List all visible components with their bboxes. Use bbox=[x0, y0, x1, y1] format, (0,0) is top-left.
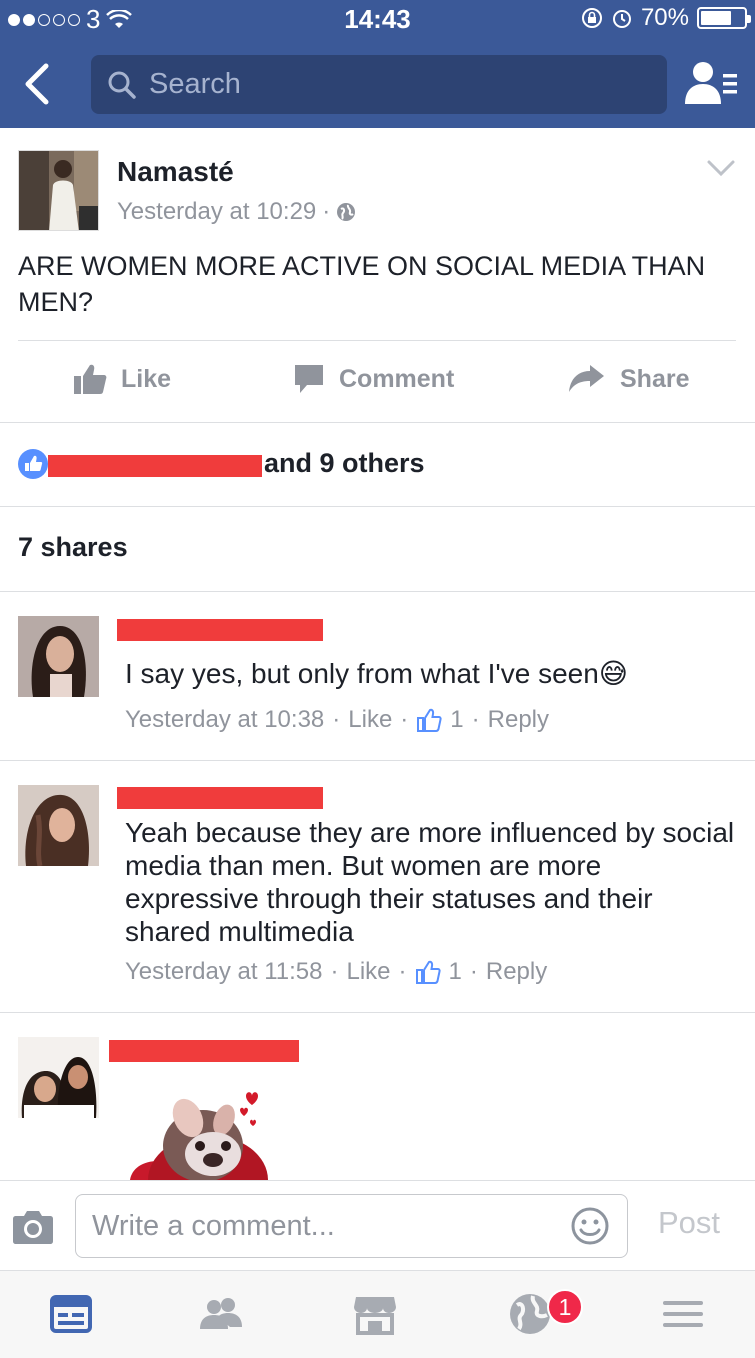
share-button[interactable]: Share bbox=[568, 354, 689, 404]
camera-icon[interactable] bbox=[12, 1207, 54, 1245]
divider bbox=[18, 340, 736, 341]
chevron-down-icon[interactable] bbox=[706, 158, 736, 178]
like-reaction-icon bbox=[18, 449, 48, 479]
reactions-summary[interactable]: and 9 others bbox=[0, 422, 755, 506]
globe-icon bbox=[337, 203, 356, 221]
commenter-avatar[interactable] bbox=[18, 785, 99, 866]
shares-count[interactable]: 7 shares bbox=[18, 532, 128, 563]
comment-bubble-icon bbox=[295, 365, 323, 393]
comment-meta: Yesterday at 11:58 · Like · 1 · Reply bbox=[125, 958, 548, 986]
redacted-commenter-name bbox=[109, 1040, 299, 1062]
comment-text: Yeah because they are more influenced by… bbox=[125, 817, 735, 947]
like-label: Like bbox=[121, 364, 172, 393]
nav-bar bbox=[0, 40, 755, 128]
back-arrow-icon[interactable] bbox=[14, 58, 62, 110]
meta-separator: · bbox=[322, 198, 331, 225]
search-bar[interactable] bbox=[91, 55, 667, 114]
commenter-avatar[interactable] bbox=[18, 1037, 99, 1118]
likes-summary-text: and 9 others bbox=[264, 448, 425, 478]
comment-like-count: 1 bbox=[448, 958, 462, 985]
thumbs-up-icon bbox=[74, 364, 107, 394]
tab-bar: 1 bbox=[0, 1270, 755, 1358]
share-label: Share bbox=[620, 364, 690, 393]
comment-like-link[interactable]: Like bbox=[346, 958, 390, 986]
comment-button[interactable]: Comment bbox=[293, 354, 454, 404]
post-timestamp[interactable]: Yesterday at 10:29 bbox=[117, 198, 316, 226]
post-author-avatar[interactable] bbox=[18, 150, 99, 231]
search-input[interactable] bbox=[149, 68, 629, 101]
divider bbox=[0, 591, 755, 592]
status-right: 70% bbox=[581, 4, 751, 32]
redacted-commenter-name bbox=[117, 787, 323, 809]
alarm-icon bbox=[612, 10, 631, 28]
comment-composer: Post bbox=[0, 1180, 755, 1270]
share-arrow-icon bbox=[569, 365, 604, 392]
comment-input-box[interactable] bbox=[75, 1194, 628, 1258]
friend-requests-icon[interactable] bbox=[683, 60, 739, 108]
news-feed-icon[interactable] bbox=[46, 1289, 96, 1339]
battery-icon bbox=[697, 7, 751, 29]
comment-meta: Yesterday at 10:38 · Like · 1 · Reply bbox=[125, 706, 550, 734]
divider bbox=[0, 1012, 755, 1013]
post-actions: Like Comment Share bbox=[0, 354, 755, 404]
search-icon bbox=[108, 71, 136, 99]
bulldog-sticker[interactable] bbox=[128, 1088, 278, 1180]
marketplace-icon[interactable] bbox=[350, 1289, 400, 1339]
menu-icon[interactable] bbox=[658, 1289, 708, 1339]
friends-icon[interactable] bbox=[196, 1289, 246, 1339]
rotation-lock-icon bbox=[581, 8, 602, 28]
smiley-icon[interactable] bbox=[570, 1206, 610, 1246]
post-comment-button[interactable]: Post bbox=[658, 1205, 720, 1241]
thumbs-up-outline-icon bbox=[415, 960, 441, 984]
post-author-name[interactable]: Namasté bbox=[117, 156, 234, 188]
comment-input[interactable] bbox=[92, 1205, 552, 1247]
post-meta: Yesterday at 10:29 · bbox=[117, 198, 356, 226]
redacted-name bbox=[48, 455, 262, 477]
comment-like-link[interactable]: Like bbox=[348, 706, 392, 734]
comment-reply-link[interactable]: Reply bbox=[488, 706, 549, 734]
battery-percent: 70% bbox=[640, 4, 689, 31]
comment-time[interactable]: Yesterday at 11:58 bbox=[125, 958, 322, 986]
notification-badge: 1 bbox=[547, 1289, 583, 1325]
status-bar: 3 14:43 70% bbox=[0, 0, 755, 38]
comment-time[interactable]: Yesterday at 10:38 bbox=[125, 706, 324, 734]
comment-like-count: 1 bbox=[450, 706, 464, 733]
thumbs-up-outline-icon bbox=[417, 708, 442, 732]
comment-label: Comment bbox=[339, 364, 455, 393]
commenter-avatar[interactable] bbox=[18, 616, 99, 697]
like-button[interactable]: Like bbox=[73, 354, 171, 404]
comment-reply-link[interactable]: Reply bbox=[486, 958, 547, 986]
comment-text: I say yes, but only from what I've seen😅 bbox=[125, 658, 628, 689]
divider bbox=[0, 506, 755, 507]
redacted-commenter-name bbox=[117, 619, 323, 641]
divider bbox=[0, 760, 755, 761]
top-bar: 3 14:43 70% bbox=[0, 0, 755, 128]
post-text: ARE WOMEN MORE ACTIVE ON SOCIAL MEDIA TH… bbox=[18, 251, 706, 317]
